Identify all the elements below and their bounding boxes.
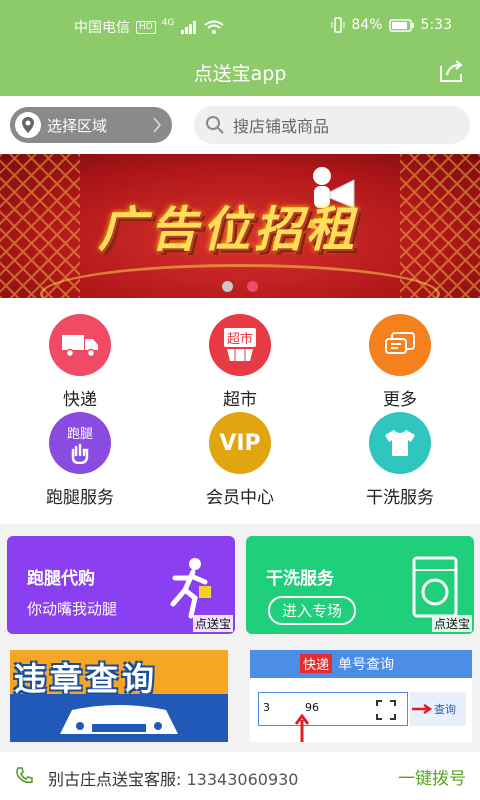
tracking-header: 快递 单号查询 [250,650,472,678]
battery-icon [388,18,414,32]
tracking-query-card[interactable]: 快递 单号查询 3 96 查询 [250,650,472,742]
one-click-dial-button[interactable]: 一键拨号 [398,764,466,789]
service-label: 跑腿服务 [46,488,114,508]
service-hotline: 别古庄点送宝客服: 13343060930 [48,766,298,790]
carrier-label: 中国电信 [74,20,130,36]
car-icon [10,694,228,742]
hd-badge: HD [136,20,156,34]
brand-tag: 点送宝 [192,615,233,632]
customer-service-bar: 别古庄点送宝客服: 13343060930 一键拨号 [0,752,480,800]
status-bar: 中国电信 HD 4G 84% 5:33 [0,0,480,48]
service-express[interactable]: 快递 [15,314,145,410]
lattice-decoration-right [400,154,480,298]
page-title: 点送宝app [193,63,287,85]
phone-icon [16,767,33,784]
query-button-label: 查询 [434,703,456,716]
region-selector[interactable]: 选择区域 [10,107,172,143]
location-pin-icon [15,112,41,138]
errand-promo-subtitle: 你动嘴我动腿 [27,600,118,618]
service-phone-number: 13343060930 [186,770,299,789]
enter-special-button[interactable]: 进入专场 [268,596,357,625]
carousel-dot-active[interactable] [247,281,258,292]
service-vip[interactable]: VIP 会员中心 [175,412,305,508]
supermarket-icon: 超市 [209,314,271,376]
brand-tag: 点送宝 [431,615,472,632]
errand-promo-title: 跑腿代购 [27,569,95,589]
scan-icon[interactable] [376,700,396,720]
wifi-icon [204,20,225,34]
washing-machine-icon [412,556,458,618]
service-grid: 快递 超市 超市 更多 跑腿 跑腿服务 VIP 会员中心 干洗服务 [0,298,480,524]
app-header: 点送宝app [0,48,480,96]
network-label: 4G [161,18,175,28]
tracking-title: 单号查询 [338,657,394,673]
hand-icon: 跑腿 [49,412,111,474]
service-label: 更多 [383,390,417,410]
service-label: 干洗服务 [366,488,434,508]
search-input[interactable]: 搜店铺或商品 [194,106,470,144]
service-label: 快递 [63,390,97,410]
share-icon[interactable] [438,58,466,84]
banner-headline: 广告位招租 [97,202,358,258]
truck-icon [49,314,111,376]
service-label: 超市 [223,390,257,410]
ad-banner[interactable]: 广告位招租 [0,154,480,298]
chevron-right-icon [153,117,161,133]
violation-query-card[interactable]: 违章查询 [10,650,228,742]
query-button[interactable]: 查询 [410,692,466,726]
search-icon [206,116,224,134]
service-label: 会员中心 [206,488,274,508]
arrow-right-icon [412,704,432,714]
service-supermarket[interactable]: 超市 超市 [175,314,305,410]
laundry-promo-title: 干洗服务 [266,569,334,589]
signal-icon [181,21,197,34]
vibrate-icon [331,17,345,33]
carousel-dots [222,281,258,292]
clock: 5:33 [420,17,452,33]
running-man-icon [170,558,211,619]
arrow-up-icon [294,714,310,742]
service-label: 别古庄点送宝客服: [48,770,182,789]
service-laundry[interactable]: 干洗服务 [335,412,465,508]
service-errand[interactable]: 跑腿 跑腿服务 [15,412,145,508]
carousel-dot[interactable] [222,281,233,292]
vip-icon: VIP [209,412,271,474]
errand-promo-card[interactable]: 跑腿代购 你动嘴我动腿 点送宝 [7,536,235,634]
tshirt-icon [369,412,431,474]
region-label: 选择区域 [47,116,108,135]
laundry-promo-card[interactable]: 干洗服务 进入专场 点送宝 [246,536,474,634]
express-tag: 快递 [300,654,333,673]
service-more[interactable]: 更多 [335,314,465,410]
battery-percent: 84% [351,17,383,33]
search-placeholder: 搜店铺或商品 [233,117,330,136]
chat-icon [369,314,431,376]
